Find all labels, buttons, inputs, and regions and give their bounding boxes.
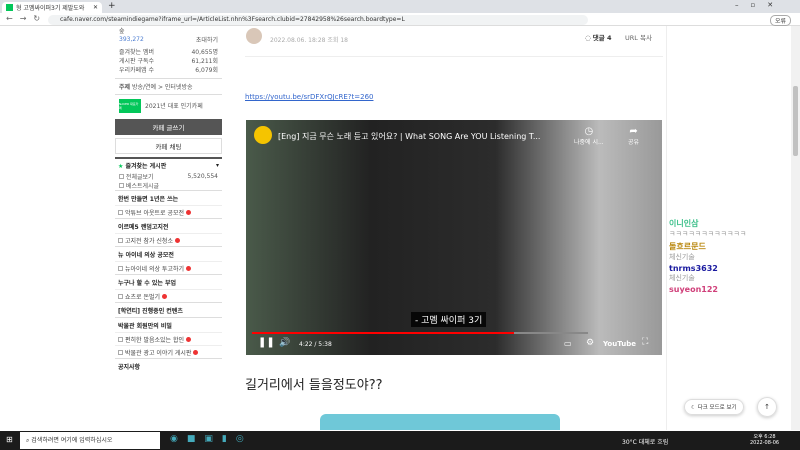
youtube-logo[interactable]: YouTube [603,340,636,348]
board-group-header: [학연티] 진행중인 컨텐츠 [115,302,222,317]
invite-link[interactable]: 초대하기 [196,35,218,44]
stat-label: 게시판 구독수 [119,58,155,65]
window-controls[interactable]: –▫✕ [735,1,785,9]
notice-header[interactable]: 공지사항 [118,362,140,371]
volume-icon[interactable]: 🔊 [279,338,290,348]
board-group-header: 이르메5 랜덤고지전 [115,218,222,233]
url-input[interactable]: cafe.naver.com/steamindiegame?iframe_url… [48,15,588,25]
star-icon: ★ [118,163,124,170]
chat-message: 돌흐르문드 체신기술 [669,241,789,262]
fav-header: 즐겨찾는 게시판 [125,163,167,170]
board-link[interactable]: 고지전 참가 신청소 [115,233,222,246]
new-badge-icon [193,349,199,355]
stat-label: 즐겨찾는 멤버 [119,49,155,56]
best-posts-link[interactable]: 베스트게시글 [126,183,159,190]
progress-bar[interactable] [252,332,588,334]
video-time: 4:22 / 5:38 [299,341,332,348]
comments-link[interactable]: ◌ 댓글 4 [585,32,612,42]
chat-username[interactable]: 돌흐르문드 [669,241,789,252]
article-image [320,414,560,430]
chat-username[interactable]: 이니인삼 [669,218,789,229]
new-badge-icon [162,293,168,299]
chat-username[interactable]: tnrms3632 [669,264,789,273]
author-avatar [246,28,262,44]
stat-value: 6,079회 [195,67,218,74]
tab-title: 형 고멤싸이퍼3기 제발도와 [16,5,85,12]
chat-text: ㅋㅋㅋㅋㅋㅋㅋㅋㅋㅋㅋㅋ [669,230,747,238]
comment-icon: ◌ [585,34,591,42]
video-caption: - 고멤 싸이퍼 3기 [411,312,487,327]
board-link[interactable]: 악튜브 아웃트로 공모전 [115,205,222,218]
member-count: 393,272 [119,36,144,43]
close-icon[interactable]: ✕ [93,4,98,11]
cafe-level: 숲 [119,28,125,35]
taskbar-search[interactable]: ⌕ 검색하려면 여기에 입력하십시오 [20,432,160,449]
stat-value: 40,655명 [191,49,218,56]
pause-icon[interactable]: ❚❚ [258,337,275,348]
share-button[interactable]: ➦ 공유 [628,126,639,146]
write-post-button[interactable]: 카페 글쓰기 [115,119,222,135]
cafe-sidebar: 숲 393,272 초대하기 즐겨찾는 멤버 40,655명 게시판 구독수 61,2… [115,26,222,430]
dark-mode-button[interactable]: ☾ 다크 모드로 보기 [684,399,744,415]
chat-message: tnrms3632 체신기술 [669,264,789,283]
board-group-header: 박물관 회원만의 비밀 [115,317,222,332]
chat-message: 이니인삼 ㅋㅋㅋㅋㅋㅋㅋㅋㅋㅋㅋㅋ [669,218,789,239]
all-count: 5,520,554 [187,173,218,180]
new-tab-button[interactable]: + [108,1,116,11]
board-link[interactable]: 편히한 발음소있는 합인 [115,332,222,345]
video-title[interactable]: [Eng] 지금 무슨 노래 듣고 있어요? | What SONG Are Y… [278,131,540,142]
scrollbar[interactable] [791,26,800,430]
clock[interactable]: 오후 6:28 2022-08-06 [750,433,779,446]
browser-tab[interactable]: 형 고멤싸이퍼3기 제발도와 ✕ [2,2,102,13]
chat-username[interactable]: suyeon122 [669,285,789,294]
board-group-header: 뉴 아이네 의상 공모전 [115,246,222,261]
board-link[interactable]: 박물관 광고 이야기 게시판 [115,345,222,358]
article-heading: 길거리에서 들을정도야?? [245,378,383,393]
share-icon: ➦ [629,126,638,137]
taskbar-apps[interactable]: ◉■▣▮◎ [170,434,253,444]
youtube-player[interactable]: [Eng] 지금 무슨 노래 듣고 있어요? | What SONG Are Y… [246,120,662,355]
board-link[interactable]: 뉴아이네 의상 투고하기 [115,261,222,274]
board-group-header: 누구나 할 수 있는 부업 [115,274,222,289]
cafe-favicon-icon [6,4,13,11]
chat-message: suyeon122 [669,285,789,294]
url-copy-button[interactable]: URL 복사 [625,32,652,42]
article-meta: 2022.08.06. 18:28 조회 18 [270,37,348,44]
youtube-link[interactable]: https://youtu.be/srDFXrQJcRE?t=260 [245,93,373,101]
profile-button[interactable]: 오류 [770,15,792,26]
naver-badge: NAVER 대표카페 [119,98,141,113]
clock-icon: ◷ [584,126,594,137]
stat-label: 우리카페앱 수 [119,67,155,74]
board-link[interactable]: 쇼츠로 돈벌기 [115,289,222,302]
taskbar: ⊞ ⌕ 검색하려면 여기에 입력하십시오 ◉■▣▮◎ 30°C 대체로 흐림 오… [0,431,800,450]
weather[interactable]: 30°C 대체로 흐림 [622,437,668,446]
topic-label: 주제 [119,84,131,91]
chevron-down-icon[interactable]: ▾ [216,162,219,169]
captions-icon[interactable]: ▭ [564,339,572,348]
divider [245,56,663,57]
board-group-header: 한번 만들면 1년은 쓰는 [115,190,222,205]
moon-icon: ☾ [691,405,696,411]
stat-value: 61,211회 [191,58,218,65]
award-text: 2021년 대표 인기카페 [145,103,203,110]
new-badge-icon [186,209,192,215]
watch-later-button[interactable]: ◷ 나중에 시... [574,126,604,146]
fullscreen-icon[interactable]: ⛶ [642,337,648,347]
topic-link[interactable]: 방송/연예 > 인터넷방송 [132,84,193,91]
nav-buttons[interactable]: ←→↻ [6,14,47,23]
cafe-chat-button[interactable]: 카페 채팅 [115,138,222,154]
all-posts-link[interactable]: 전체글보기 [126,174,154,181]
tab-bar: 형 고멤싸이퍼3기 제발도와 ✕ + –▫✕ [0,0,800,13]
chat-text: 체신기술 [669,274,695,282]
chat-panel: 이니인삼 ㅋㅋㅋㅋㅋㅋㅋㅋㅋㅋㅋㅋ 돌흐르문드 체신기술 tnrms3632 체신기술 su… [666,26,790,430]
chat-text: 체신기술 [669,253,695,261]
new-badge-icon [186,336,192,342]
new-badge-icon [174,237,180,243]
windows-start-icon[interactable]: ⊞ [6,435,13,444]
new-badge-icon [186,265,192,271]
scroll-top-button[interactable]: ↑ [757,397,777,417]
settings-icon[interactable]: ⚙ [586,338,594,348]
channel-avatar[interactable] [254,126,272,144]
